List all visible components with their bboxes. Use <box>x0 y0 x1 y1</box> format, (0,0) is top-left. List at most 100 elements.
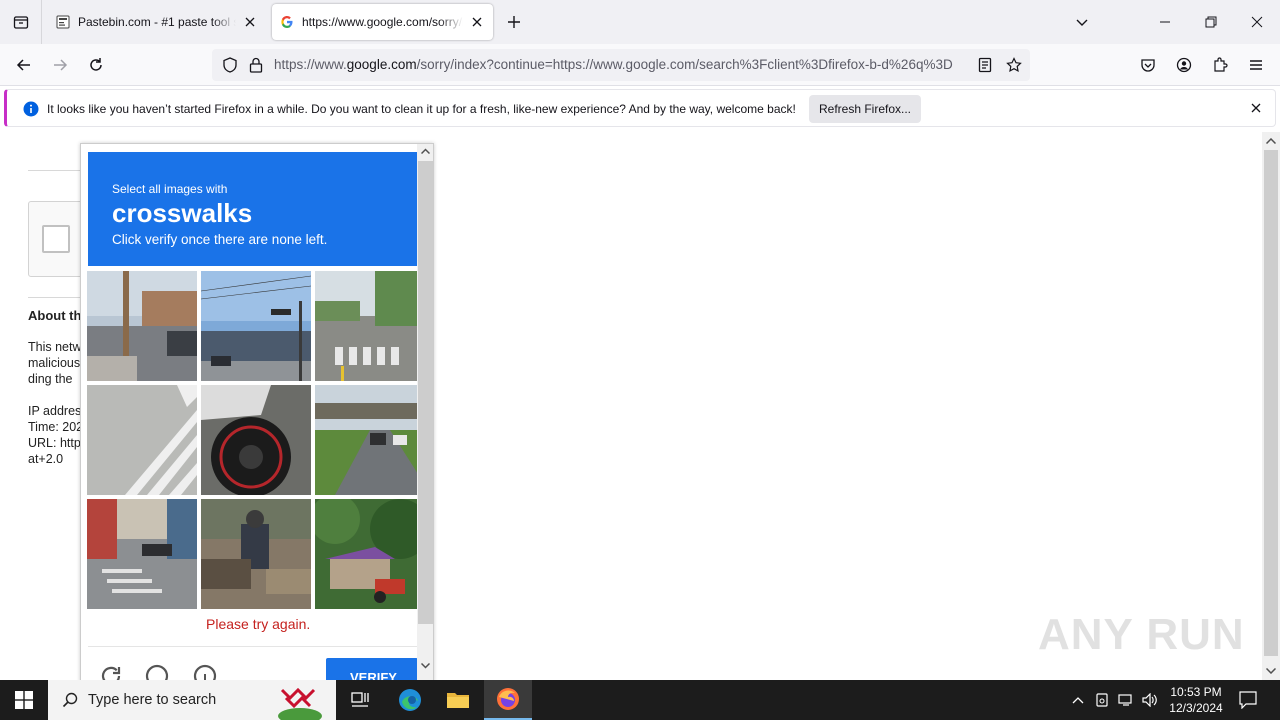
start-button[interactable] <box>0 680 48 720</box>
file-explorer-button[interactable] <box>434 680 482 720</box>
captcha-tile-5[interactable] <box>201 385 311 495</box>
network-icon <box>1118 694 1132 706</box>
captcha-tile-4[interactable] <box>87 385 197 495</box>
edge-button[interactable] <box>386 680 434 720</box>
extensions-button[interactable] <box>1206 51 1234 79</box>
edge-icon <box>399 689 421 711</box>
reload-button[interactable] <box>82 51 110 79</box>
reader-view-icon[interactable] <box>978 57 992 73</box>
windows-taskbar: Type here to search 10:53 PM 12/3/2024 <box>0 680 1280 720</box>
arrow-right-icon <box>54 59 68 71</box>
notifications-button[interactable] <box>1234 680 1262 720</box>
firefox-icon <box>497 688 519 710</box>
captcha-tile-1[interactable] <box>87 271 197 381</box>
captcha-tile-8[interactable] <box>201 499 311 609</box>
url-bar[interactable]: https://www.google.com/sorry/index?conti… <box>212 49 1030 81</box>
puzzle-icon <box>1214 57 1228 72</box>
back-button[interactable] <box>10 51 38 79</box>
anyrun-watermark: ANY RUN <box>1038 610 1245 659</box>
chevron-up-icon <box>1072 697 1084 704</box>
taskbar-search-box[interactable]: Type here to search <box>48 680 336 720</box>
pocket-button[interactable] <box>1134 51 1162 79</box>
taskbar-clock[interactable]: 10:53 PM 12/3/2024 <box>1160 684 1232 716</box>
scroll-down-arrow-icon[interactable] <box>1266 668 1276 674</box>
tab-title: Pastebin.com - #1 paste tool since 2002! <box>78 15 236 29</box>
task-view-button[interactable] <box>336 680 384 720</box>
recaptcha-checkbox[interactable] <box>42 225 70 253</box>
scroll-up-arrow-icon[interactable] <box>421 148 430 154</box>
instruction-line: Click verify once there are none left. <box>112 232 328 247</box>
close-window-button[interactable] <box>1234 0 1280 44</box>
body-line: ding the <box>28 372 73 386</box>
notification-message: It looks like you haven’t started Firefo… <box>47 102 796 116</box>
device-icon <box>1096 693 1108 707</box>
recaptcha-challenge-popup: Select all images with crosswalks Click … <box>80 143 434 683</box>
clock-time: 10:53 PM <box>1170 685 1222 699</box>
tab-pastebin[interactable]: Pastebin.com - #1 paste tool since 2002! <box>48 4 266 40</box>
firefox-view-button[interactable] <box>0 0 42 44</box>
url-domain: google.com <box>346 57 417 72</box>
challenge-header: Select all images with crosswalks Click … <box>88 152 417 266</box>
forward-button[interactable] <box>46 51 74 79</box>
bookmark-star-icon[interactable] <box>1006 57 1022 73</box>
shield-icon[interactable] <box>222 57 238 73</box>
body-line: malicious <box>28 356 81 370</box>
task-view-icon <box>351 692 369 707</box>
navigation-toolbar: https://www.google.com/sorry/index?conti… <box>0 44 1280 86</box>
captcha-tile-6[interactable] <box>315 385 425 495</box>
popup-scrollbar[interactable] <box>417 144 433 682</box>
folder-icon <box>447 693 469 708</box>
captcha-tile-7[interactable] <box>87 499 197 609</box>
restore-button[interactable] <box>1188 0 1234 44</box>
divider <box>28 170 88 171</box>
info-line: IP addres <box>28 404 82 418</box>
reload-icon <box>90 58 102 71</box>
close-tab-icon[interactable] <box>242 14 258 30</box>
search-placeholder: Type here to search <box>88 692 217 708</box>
captcha-tile-9[interactable] <box>315 499 425 609</box>
account-button[interactable] <box>1170 51 1198 79</box>
url-text[interactable]: https://www.google.com/sorry/index?conti… <box>274 57 970 72</box>
captcha-tile-2[interactable] <box>201 271 311 381</box>
network-button[interactable] <box>1116 680 1136 720</box>
scrollbar-thumb[interactable] <box>1264 150 1278 656</box>
divider <box>28 297 88 298</box>
tab-title: https://www.google.com/sorry/index?conti… <box>302 15 463 29</box>
account-icon <box>1176 57 1192 73</box>
new-tab-button[interactable] <box>504 12 524 32</box>
hamburger-menu-icon <box>1250 60 1262 70</box>
firefox-taskbar-button[interactable] <box>484 680 532 720</box>
captcha-tile-3[interactable] <box>315 271 425 381</box>
clock-date: 12/3/2024 <box>1169 701 1223 715</box>
tab-google-sorry[interactable]: https://www.google.com/sorry/index?conti… <box>272 4 493 40</box>
info-line: at+2.0 <box>28 452 64 466</box>
divider <box>88 646 417 647</box>
refresh-firefox-notification: It looks like you haven’t started Firefo… <box>4 89 1276 127</box>
url-prefix: https://www. <box>274 57 347 72</box>
search-icon <box>62 692 78 708</box>
scrollbar-thumb[interactable] <box>418 161 433 624</box>
lock-icon[interactable] <box>249 57 263 73</box>
notification-center-icon <box>1239 691 1257 709</box>
minimize-button[interactable] <box>1142 0 1188 44</box>
close-tab-icon[interactable] <box>469 14 485 30</box>
error-message: Please try again. <box>206 616 311 632</box>
refresh-firefox-button[interactable]: Refresh Firefox... <box>809 95 921 123</box>
volume-button[interactable] <box>1140 680 1160 720</box>
recaptcha-checkbox-widget <box>28 201 88 277</box>
show-hidden-icons-button[interactable] <box>1068 680 1088 720</box>
google-favicon-icon <box>281 16 293 28</box>
info-line: Time: 202 <box>28 420 84 434</box>
scroll-up-arrow-icon[interactable] <box>1266 138 1276 144</box>
scroll-down-arrow-icon[interactable] <box>421 663 430 669</box>
plus-icon <box>508 16 520 28</box>
restore-icon <box>1205 16 1217 28</box>
list-all-tabs-button[interactable] <box>1059 0 1105 44</box>
close-notification-icon[interactable] <box>1251 103 1261 113</box>
info-icon <box>23 101 39 117</box>
menu-button[interactable] <box>1242 51 1270 79</box>
firefox-view-icon <box>13 16 28 29</box>
tray-device-icon[interactable] <box>1092 680 1112 720</box>
page-scrollbar[interactable] <box>1262 132 1280 680</box>
url-path: /sorry/index?continue=https://www.google… <box>416 57 953 72</box>
